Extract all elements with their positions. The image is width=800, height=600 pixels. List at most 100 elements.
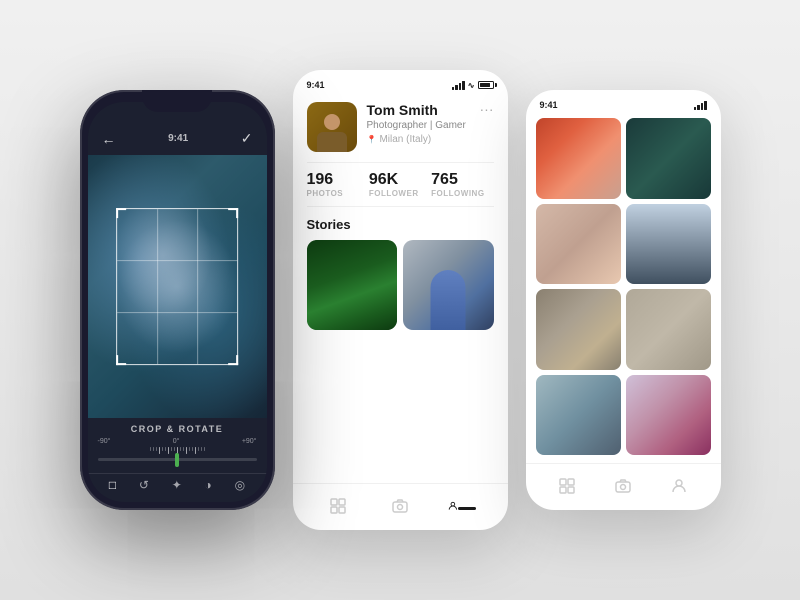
check-icon[interactable]: ✓ xyxy=(241,130,253,147)
story-thumb-2[interactable] xyxy=(403,240,494,330)
location-text: Milan (Italy) xyxy=(379,134,431,145)
tick xyxy=(168,447,169,454)
scene: ← 9:41 ✓ xyxy=(60,50,741,550)
story-thumb-1[interactable] xyxy=(307,240,398,330)
gallery-grid xyxy=(526,114,721,463)
rotate-tool-icon[interactable]: ↺ xyxy=(139,478,149,492)
tick xyxy=(189,447,190,451)
profile-statusbar: 9:41 ∿ xyxy=(293,70,508,94)
slider-center: 0° xyxy=(173,438,180,445)
stat-photos: 196 PHOTOS xyxy=(307,171,369,198)
profile-name: Tom Smith xyxy=(367,102,470,118)
back-icon[interactable]: ← xyxy=(102,131,116,147)
signal-bar-3 xyxy=(701,103,704,110)
stat-followers-label: FOLLOWER xyxy=(369,189,431,198)
signal-bar-2 xyxy=(455,85,458,90)
stat-following-label: FOLLOWING xyxy=(431,189,493,198)
profile-header: Tom Smith Photographer | Gamer 📍 Milan (… xyxy=(293,94,508,162)
crop-screen: ← 9:41 ✓ xyxy=(88,102,267,502)
gallery-thumb-dark-teal[interactable] xyxy=(626,118,711,199)
tick xyxy=(159,447,160,454)
profile-location: 📍 Milan (Italy) xyxy=(367,134,470,145)
slider-marks: -90° 0° +90° xyxy=(98,438,257,445)
more-options-button[interactable]: ··· xyxy=(480,102,494,116)
tick xyxy=(174,447,175,451)
signal-icon xyxy=(452,81,465,90)
crop-tool-icon[interactable]: □ xyxy=(109,478,116,492)
profile-bio: Photographer | Gamer xyxy=(367,120,470,131)
crop-image-area xyxy=(88,155,267,418)
status-time: 9:41 xyxy=(168,133,188,144)
grid-v1 xyxy=(157,209,158,365)
tick xyxy=(165,447,166,451)
slider-max: +90° xyxy=(242,438,257,445)
phone-profile: 9:41 ∿ xyxy=(293,70,508,530)
gallery-bottom-nav xyxy=(526,463,721,510)
nav-gallery-icon[interactable] xyxy=(324,492,352,520)
tick xyxy=(195,447,196,454)
stories-section: Stories xyxy=(293,207,508,338)
gallery-thumb-tubes[interactable] xyxy=(536,289,621,370)
stat-followers: 96K FOLLOWER xyxy=(369,171,431,198)
palm-leaf-bg xyxy=(307,240,398,330)
stat-photos-value: 196 xyxy=(307,171,369,189)
gallery-statusbar: 9:41 xyxy=(526,90,721,114)
tick xyxy=(201,447,202,451)
crop-corner-tl xyxy=(116,208,126,218)
gallery-row-4 xyxy=(536,375,711,456)
location-pin-icon: 📍 xyxy=(367,135,377,144)
crop-bottom-icons: □ ↺ ✦ ◑ ◎ xyxy=(88,473,267,502)
stories-title: Stories xyxy=(307,217,494,232)
signal-bar-3 xyxy=(459,83,462,90)
gallery-row-3 xyxy=(536,289,711,370)
stat-following-value: 765 xyxy=(431,171,493,189)
tick xyxy=(153,447,154,451)
gallery-row-1 xyxy=(536,118,711,199)
gallery-thumb-tan[interactable] xyxy=(626,289,711,370)
phone-gallery: 9:41 xyxy=(526,90,721,510)
gallery-nav-camera-icon[interactable] xyxy=(609,472,637,500)
brightness-tool-icon[interactable]: ✦ xyxy=(172,478,182,492)
gallery-thumb-hands[interactable] xyxy=(626,375,711,456)
crop-overlay[interactable] xyxy=(116,208,238,366)
rotate-slider[interactable] xyxy=(98,458,257,461)
wifi-icon: ∿ xyxy=(468,81,475,90)
tick xyxy=(192,447,193,451)
statusbar-right: ∿ xyxy=(452,81,494,90)
slider-thumb xyxy=(175,453,179,467)
stories-grid xyxy=(307,240,494,330)
notch xyxy=(142,90,212,112)
signal-bar-2 xyxy=(697,105,700,110)
tick xyxy=(186,447,187,454)
signal-bar-1 xyxy=(694,107,697,110)
gallery-nav-profile-icon[interactable] xyxy=(665,472,693,500)
tick xyxy=(180,447,181,451)
crop-corner-tr xyxy=(228,208,238,218)
tick xyxy=(204,447,205,451)
battery-icon xyxy=(478,81,494,89)
contrast-tool-icon[interactable]: ◑ xyxy=(205,478,212,492)
stat-photos-label: PHOTOS xyxy=(307,189,369,198)
gallery-thumb-red-hair[interactable] xyxy=(536,118,621,199)
tick xyxy=(156,447,157,451)
tick xyxy=(150,447,151,451)
gallery-thumb-mountain[interactable] xyxy=(626,204,711,285)
stat-following: 765 FOLLOWING xyxy=(431,171,493,198)
crop-corner-bl xyxy=(116,355,126,365)
nav-camera-icon[interactable] xyxy=(386,492,414,520)
signal-bar-4 xyxy=(462,81,465,90)
filter-tool-icon[interactable]: ◎ xyxy=(235,478,245,492)
profile-stats: 196 PHOTOS 96K FOLLOWER 765 FOLLOWING xyxy=(293,163,508,206)
arch-shape xyxy=(431,270,466,330)
gallery-nav-gallery-icon[interactable] xyxy=(553,472,581,500)
profile-info: Tom Smith Photographer | Gamer 📍 Milan (… xyxy=(367,102,470,145)
tick xyxy=(198,447,199,451)
crop-slider-area: -90° 0° +90° xyxy=(88,438,267,473)
crop-corner-br xyxy=(228,355,238,365)
gallery-thumb-skin[interactable] xyxy=(536,204,621,285)
gallery-thumb-fence[interactable] xyxy=(536,375,621,456)
signal-icon xyxy=(694,101,707,110)
profile-bottom-nav xyxy=(293,483,508,530)
tick xyxy=(183,447,184,451)
nav-profile-icon[interactable] xyxy=(448,492,476,520)
